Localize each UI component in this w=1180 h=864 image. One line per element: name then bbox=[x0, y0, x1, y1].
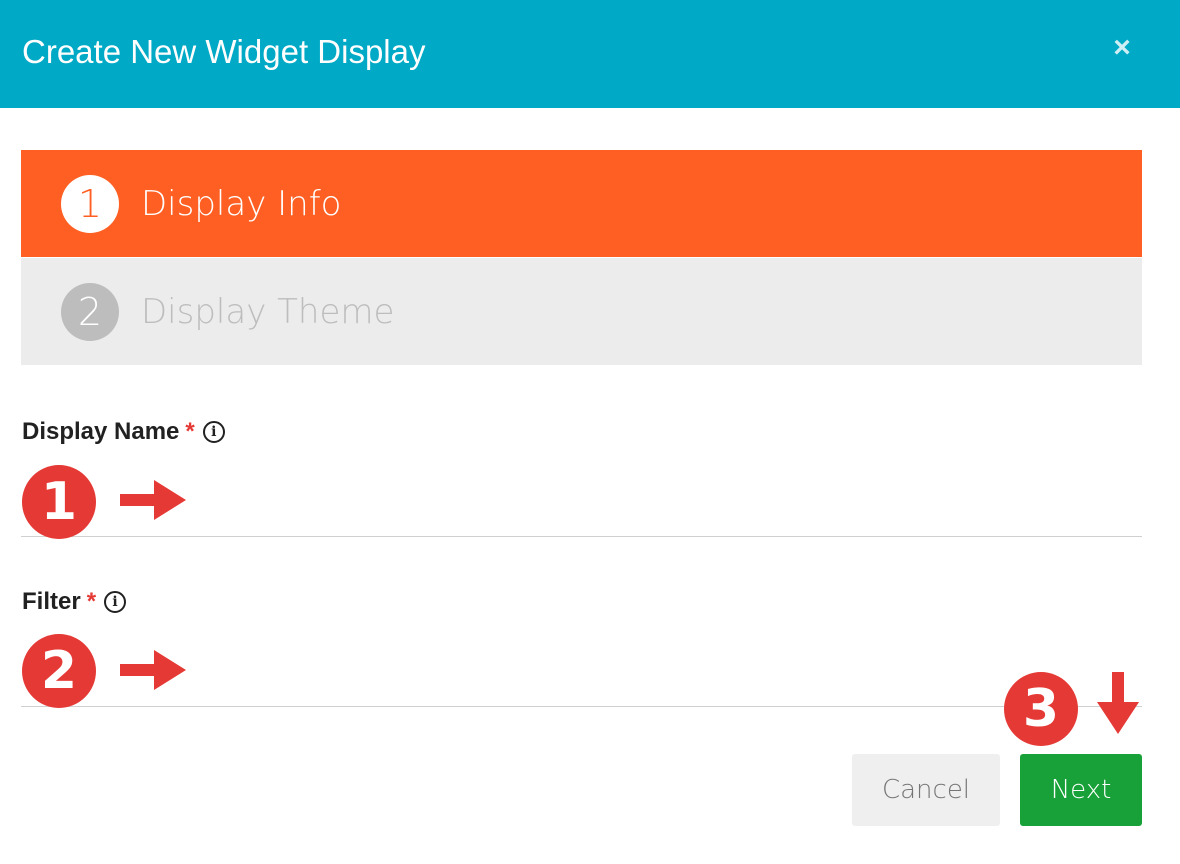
display-name-label-text: Display Name bbox=[22, 418, 180, 445]
modal-title: Create New Widget Display bbox=[22, 33, 426, 70]
annotation-badge-2: 2 bbox=[22, 634, 96, 708]
display-name-input[interactable] bbox=[21, 490, 1142, 537]
filter-label: Filter * i bbox=[22, 588, 127, 616]
annotation-badge-3: 3 bbox=[1004, 672, 1078, 746]
display-name-label: Display Name * i bbox=[22, 418, 225, 446]
step-label: Display Theme bbox=[141, 291, 395, 332]
modal-header: Create New Widget Display × bbox=[0, 0, 1180, 108]
create-widget-display-modal: Create New Widget Display × 1 Display In… bbox=[0, 0, 1180, 864]
filter-label-text: Filter bbox=[22, 588, 81, 615]
step-number-badge: 1 bbox=[61, 174, 119, 233]
step-display-info[interactable]: 1 Display Info bbox=[21, 150, 1142, 257]
arrow-right-icon bbox=[120, 480, 186, 520]
arrow-right-icon bbox=[120, 650, 186, 690]
required-asterisk: * bbox=[86, 588, 97, 615]
step-display-theme[interactable]: 2 Display Theme bbox=[21, 258, 1142, 365]
arrow-down-icon bbox=[1097, 672, 1139, 734]
annotation-badge-1: 1 bbox=[22, 465, 96, 539]
required-asterisk: * bbox=[185, 418, 195, 445]
cancel-button[interactable]: Cancel bbox=[852, 754, 1000, 826]
info-circle-icon[interactable]: i bbox=[202, 421, 225, 443]
close-icon[interactable]: × bbox=[1102, 28, 1142, 68]
info-circle-icon[interactable]: i bbox=[104, 591, 127, 613]
next-button[interactable]: Next bbox=[1020, 754, 1142, 826]
step-number-badge: 2 bbox=[61, 282, 119, 341]
step-label: Display Info bbox=[141, 183, 342, 224]
filter-input[interactable] bbox=[21, 660, 1142, 707]
